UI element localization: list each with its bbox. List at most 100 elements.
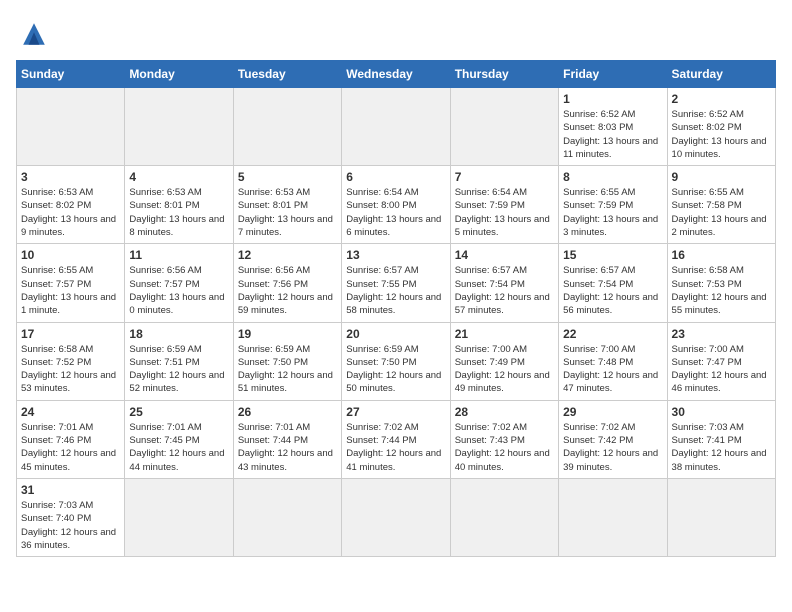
day-cell: 11Sunrise: 6:56 AM Sunset: 7:57 PM Dayli…: [125, 244, 233, 322]
day-number: 30: [672, 405, 771, 419]
weekday-header-monday: Monday: [125, 61, 233, 88]
day-cell: 3Sunrise: 6:53 AM Sunset: 8:02 PM Daylig…: [17, 166, 125, 244]
day-cell: 25Sunrise: 7:01 AM Sunset: 7:45 PM Dayli…: [125, 400, 233, 478]
day-number: 7: [455, 170, 554, 184]
logo-icon: [16, 16, 52, 52]
day-info: Sunrise: 6:55 AM Sunset: 7:58 PM Dayligh…: [672, 186, 771, 239]
day-number: 12: [238, 248, 337, 262]
day-number: 2: [672, 92, 771, 106]
day-info: Sunrise: 6:57 AM Sunset: 7:55 PM Dayligh…: [346, 264, 445, 317]
day-cell: 9 Sunrise: 6:55 AM Sunset: 7:58 PM Daylig…: [667, 166, 775, 244]
weekday-header-thursday: Thursday: [450, 61, 558, 88]
day-cell: 15 Sunrise: 6:57 AM Sunset: 7:54 PM Dayli…: [559, 244, 667, 322]
day-info: Sunrise: 7:02 AM Sunset: 7:43 PM Dayligh…: [455, 421, 554, 474]
logo: [16, 16, 56, 52]
day-cell: [233, 88, 341, 166]
weekday-header-saturday: Saturday: [667, 61, 775, 88]
day-number: 15: [563, 248, 662, 262]
day-info: Sunrise: 7:01 AM Sunset: 7:46 PM Dayligh…: [21, 421, 120, 474]
day-number: 19: [238, 327, 337, 341]
day-info: Sunrise: 7:00 AM Sunset: 7:49 PM Dayligh…: [455, 343, 554, 396]
day-number: 9: [672, 170, 771, 184]
day-cell: [233, 478, 341, 556]
day-info: Sunrise: 6:56 AM Sunset: 7:57 PM Dayligh…: [129, 264, 228, 317]
day-info: Sunrise: 6:59 AM Sunset: 7:50 PM Dayligh…: [346, 343, 445, 396]
day-cell: 19Sunrise: 6:59 AM Sunset: 7:50 PM Dayli…: [233, 322, 341, 400]
day-info: Sunrise: 6:59 AM Sunset: 7:51 PM Dayligh…: [129, 343, 228, 396]
weekday-header-sunday: Sunday: [17, 61, 125, 88]
day-cell: 5Sunrise: 6:53 AM Sunset: 8:01 PM Daylig…: [233, 166, 341, 244]
day-number: 22: [563, 327, 662, 341]
week-row-5: 24 Sunrise: 7:01 AM Sunset: 7:46 PM Dayli…: [17, 400, 776, 478]
day-number: 3: [21, 170, 120, 184]
day-cell: 8Sunrise: 6:55 AM Sunset: 7:59 PM Daylig…: [559, 166, 667, 244]
week-row-4: 17 Sunrise: 6:58 AM Sunset: 7:52 PM Dayli…: [17, 322, 776, 400]
weekday-header-wednesday: Wednesday: [342, 61, 450, 88]
day-cell: 30Sunrise: 7:03 AM Sunset: 7:41 PM Dayli…: [667, 400, 775, 478]
day-cell: 4 Sunrise: 6:53 AM Sunset: 8:01 PM Daylig…: [125, 166, 233, 244]
weekday-row: SundayMondayTuesdayWednesdayThursdayFrid…: [17, 61, 776, 88]
day-number: 8: [563, 170, 662, 184]
day-info: Sunrise: 7:01 AM Sunset: 7:45 PM Dayligh…: [129, 421, 228, 474]
day-cell: [17, 88, 125, 166]
day-cell: [450, 478, 558, 556]
day-cell: 29Sunrise: 7:02 AM Sunset: 7:42 PM Dayli…: [559, 400, 667, 478]
day-cell: 27 Sunrise: 7:02 AM Sunset: 7:44 PM Dayli…: [342, 400, 450, 478]
day-info: Sunrise: 6:54 AM Sunset: 8:00 PM Dayligh…: [346, 186, 445, 239]
day-cell: [342, 478, 450, 556]
day-cell: 22 Sunrise: 7:00 AM Sunset: 7:48 PM Dayli…: [559, 322, 667, 400]
day-info: Sunrise: 7:02 AM Sunset: 7:44 PM Dayligh…: [346, 421, 445, 474]
day-number: 6: [346, 170, 445, 184]
calendar-header: SundayMondayTuesdayWednesdayThursdayFrid…: [17, 61, 776, 88]
day-number: 24: [21, 405, 120, 419]
day-number: 26: [238, 405, 337, 419]
day-info: Sunrise: 6:53 AM Sunset: 8:01 PM Dayligh…: [129, 186, 228, 239]
day-number: 31: [21, 483, 120, 497]
day-info: Sunrise: 6:52 AM Sunset: 8:02 PM Dayligh…: [672, 108, 771, 161]
day-info: Sunrise: 7:01 AM Sunset: 7:44 PM Dayligh…: [238, 421, 337, 474]
day-cell: 31 Sunrise: 7:03 AM Sunset: 7:40 PM Dayli…: [17, 478, 125, 556]
day-cell: 13 Sunrise: 6:57 AM Sunset: 7:55 PM Dayli…: [342, 244, 450, 322]
day-cell: 1 Sunrise: 6:52 AM Sunset: 8:03 PM Daylig…: [559, 88, 667, 166]
day-cell: 23Sunrise: 7:00 AM Sunset: 7:47 PM Dayli…: [667, 322, 775, 400]
day-cell: 21Sunrise: 7:00 AM Sunset: 7:49 PM Dayli…: [450, 322, 558, 400]
day-info: Sunrise: 7:03 AM Sunset: 7:40 PM Dayligh…: [21, 499, 120, 552]
day-number: 13: [346, 248, 445, 262]
day-number: 1: [563, 92, 662, 106]
page-header: [16, 16, 776, 52]
day-cell: [342, 88, 450, 166]
day-info: Sunrise: 6:58 AM Sunset: 7:52 PM Dayligh…: [21, 343, 120, 396]
day-cell: [125, 478, 233, 556]
day-cell: [125, 88, 233, 166]
week-row-2: 3Sunrise: 6:53 AM Sunset: 8:02 PM Daylig…: [17, 166, 776, 244]
day-cell: [450, 88, 558, 166]
day-number: 17: [21, 327, 120, 341]
day-cell: 26 Sunrise: 7:01 AM Sunset: 7:44 PM Dayli…: [233, 400, 341, 478]
day-cell: 2 Sunrise: 6:52 AM Sunset: 8:02 PM Daylig…: [667, 88, 775, 166]
day-number: 4: [129, 170, 228, 184]
day-info: Sunrise: 6:57 AM Sunset: 7:54 PM Dayligh…: [455, 264, 554, 317]
day-info: Sunrise: 7:00 AM Sunset: 7:48 PM Dayligh…: [563, 343, 662, 396]
day-number: 5: [238, 170, 337, 184]
day-cell: 17 Sunrise: 6:58 AM Sunset: 7:52 PM Dayli…: [17, 322, 125, 400]
day-info: Sunrise: 6:52 AM Sunset: 8:03 PM Dayligh…: [563, 108, 662, 161]
day-number: 29: [563, 405, 662, 419]
day-number: 20: [346, 327, 445, 341]
day-cell: [559, 478, 667, 556]
day-cell: 16Sunrise: 6:58 AM Sunset: 7:53 PM Dayli…: [667, 244, 775, 322]
day-info: Sunrise: 6:56 AM Sunset: 7:56 PM Dayligh…: [238, 264, 337, 317]
day-info: Sunrise: 6:57 AM Sunset: 7:54 PM Dayligh…: [563, 264, 662, 317]
day-number: 28: [455, 405, 554, 419]
day-number: 14: [455, 248, 554, 262]
day-info: Sunrise: 6:54 AM Sunset: 7:59 PM Dayligh…: [455, 186, 554, 239]
day-cell: 10Sunrise: 6:55 AM Sunset: 7:57 PM Dayli…: [17, 244, 125, 322]
day-cell: 14 Sunrise: 6:57 AM Sunset: 7:54 PM Dayli…: [450, 244, 558, 322]
day-info: Sunrise: 6:58 AM Sunset: 7:53 PM Dayligh…: [672, 264, 771, 317]
day-cell: 12 Sunrise: 6:56 AM Sunset: 7:56 PM Dayli…: [233, 244, 341, 322]
day-cell: 20 Sunrise: 6:59 AM Sunset: 7:50 PM Dayli…: [342, 322, 450, 400]
day-number: 23: [672, 327, 771, 341]
calendar: SundayMondayTuesdayWednesdayThursdayFrid…: [16, 60, 776, 557]
day-number: 27: [346, 405, 445, 419]
day-cell: 24 Sunrise: 7:01 AM Sunset: 7:46 PM Dayli…: [17, 400, 125, 478]
day-number: 10: [21, 248, 120, 262]
